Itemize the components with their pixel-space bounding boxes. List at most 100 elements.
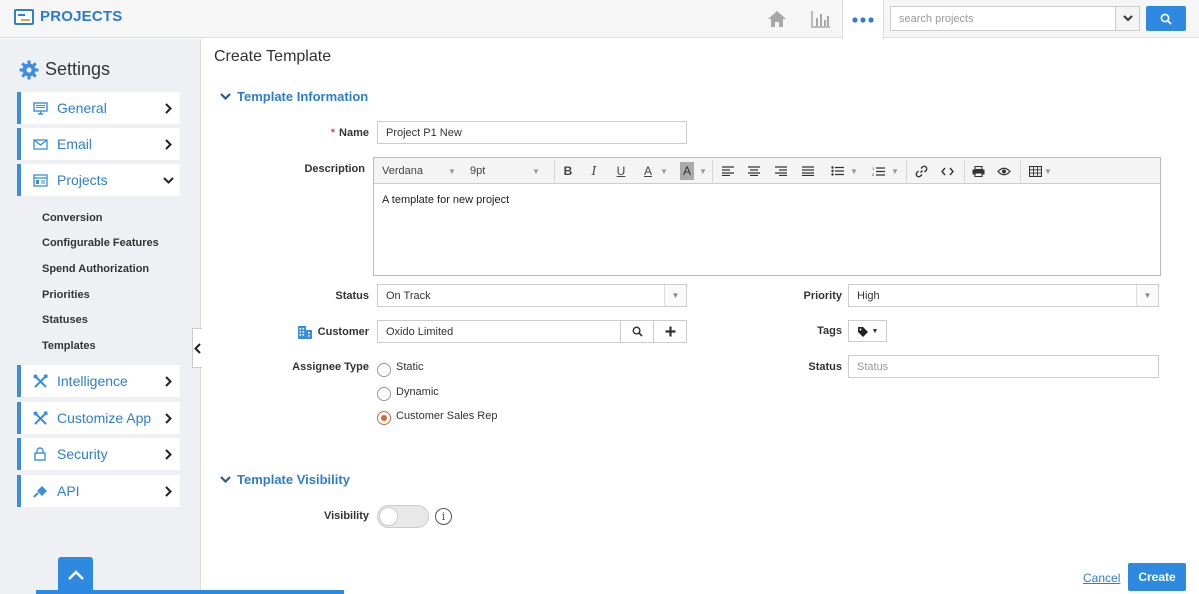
assignee-radio-static[interactable] [377, 363, 391, 377]
tools-icon [31, 411, 49, 426]
assignee-option-label: Dynamic [396, 386, 439, 398]
font-size-select[interactable]: 9pt ▼ [470, 162, 546, 180]
print-icon[interactable] [970, 162, 986, 180]
projects-logo-icon [14, 8, 34, 25]
dropdown-arrow-icon: ▼ [871, 327, 879, 335]
sidebar-item-api[interactable]: API [17, 475, 180, 507]
customer-add-button[interactable] [653, 320, 687, 343]
name-label: * Name [330, 127, 369, 139]
chevron-down-icon [158, 176, 178, 184]
section-title: Template Visibility [237, 472, 350, 487]
tags-label: Tags [817, 325, 842, 337]
sidebar-item-customize-app[interactable]: Customize App [17, 402, 180, 434]
search-button[interactable] [1146, 6, 1186, 31]
sidebar-subitem-templates[interactable]: Templates [42, 340, 96, 352]
status-label: Status [808, 361, 842, 373]
numbered-list-icon[interactable]: 12 [870, 162, 886, 180]
bullet-list-icon[interactable] [829, 162, 845, 180]
preview-eye-icon[interactable] [996, 162, 1012, 180]
scroll-to-top-button[interactable] [58, 557, 93, 594]
sidebar-subitem-conversion[interactable]: Conversion [42, 212, 103, 224]
sidebar-item-label: Customize App [57, 410, 152, 426]
envelope-icon [31, 138, 49, 150]
assignee-radio-customer-sales-rep[interactable] [377, 411, 391, 425]
toolbar-divider [554, 160, 555, 182]
sidebar-subitem-statuses[interactable]: Statuses [42, 314, 88, 326]
settings-title: Settings [45, 59, 111, 79]
info-icon[interactable]: i [435, 508, 452, 525]
link-icon[interactable] [913, 162, 929, 180]
sidebar-item-label: API [57, 483, 80, 499]
app-title: PROJECTS [40, 8, 123, 25]
align-center-icon[interactable] [746, 162, 762, 180]
magnifier-icon [632, 326, 643, 337]
bar-chart-icon[interactable] [806, 0, 836, 38]
sidebar-subitem-priorities[interactable]: Priorities [42, 289, 90, 301]
search-input[interactable] [891, 7, 1115, 30]
home-icon[interactable] [762, 0, 792, 38]
projects-icon [31, 173, 49, 187]
visibility-toggle[interactable] [377, 505, 429, 528]
plus-icon [665, 326, 675, 337]
dropdown-arrow-icon: ▼ [1136, 285, 1158, 306]
section-template-information[interactable]: Template Information [220, 89, 368, 104]
monitor-icon [31, 101, 49, 115]
assignee-radio-dynamic[interactable] [377, 387, 391, 401]
chevron-down-icon [220, 93, 232, 100]
chevron-right-icon [158, 138, 178, 150]
dropdown-arrow-icon[interactable]: ▼ [699, 162, 707, 180]
app-logo[interactable]: PROJECTS [14, 8, 122, 25]
customer-search-button[interactable] [620, 320, 654, 343]
italic-icon[interactable]: I [586, 162, 602, 180]
font-color-icon[interactable]: A [640, 162, 656, 180]
align-right-icon[interactable] [773, 162, 789, 180]
sidebar-subitem-configurable-features[interactable]: Configurable Features [42, 237, 159, 249]
sidebar-item-intelligence[interactable]: Intelligence [17, 365, 180, 397]
sidebar-item-label: Security [57, 446, 108, 462]
toggle-knob [379, 507, 398, 526]
tags-dropdown-button[interactable]: ▼ [848, 320, 887, 342]
svg-text:1: 1 [872, 166, 875, 171]
dropdown-arrow-icon[interactable]: ▼ [850, 162, 858, 180]
priority-select[interactable]: High ▼ [848, 284, 1159, 307]
sidebar-item-label: Intelligence [57, 373, 128, 389]
sidebar-item-general[interactable]: General [17, 92, 180, 124]
status-select[interactable]: On Track ▼ [377, 284, 687, 307]
justify-icon[interactable] [800, 162, 816, 180]
status-input[interactable]: Status [848, 355, 1159, 378]
align-left-icon[interactable] [720, 162, 736, 180]
create-button[interactable]: Create [1128, 563, 1186, 591]
sidebar-item-projects[interactable]: Projects [17, 164, 180, 196]
assignee-option-label: Customer Sales Rep [396, 410, 498, 422]
font-family-select[interactable]: Verdana ▼ [382, 162, 460, 180]
magnifier-icon [1160, 13, 1172, 25]
required-marker: * [330, 127, 336, 139]
sidebar-collapse-toggle[interactable] [192, 328, 202, 368]
chevron-right-icon [158, 485, 178, 497]
bold-icon[interactable]: B [560, 162, 576, 180]
cancel-link[interactable]: Cancel [1083, 571, 1120, 585]
sidebar-item-label: Projects [57, 172, 108, 188]
settings-header: Settings [19, 59, 110, 80]
name-field[interactable]: Project P1 New [377, 121, 687, 144]
sidebar-subitem-spend-authorization[interactable]: Spend Authorization [42, 263, 149, 275]
sidebar-item-security[interactable]: Security [17, 438, 180, 470]
svg-text:2: 2 [872, 172, 875, 177]
highlight-color-icon[interactable]: A [680, 162, 694, 180]
sidebar-item-email[interactable]: Email [17, 128, 180, 160]
table-icon[interactable] [1027, 162, 1043, 180]
description-content[interactable]: A template for new project [382, 194, 509, 206]
section-template-visibility[interactable]: Template Visibility [220, 472, 350, 487]
chevron-right-icon [158, 448, 178, 460]
gear-icon [19, 60, 39, 79]
dropdown-arrow-icon[interactable]: ▼ [891, 162, 899, 180]
dropdown-arrow-icon[interactable]: ▼ [1044, 162, 1052, 180]
underline-icon[interactable]: U [613, 162, 629, 180]
more-dots-icon[interactable] [842, 0, 884, 39]
chevron-down-icon [220, 476, 232, 483]
customer-field[interactable]: Oxido Limited [377, 320, 621, 343]
search-dropdown-toggle[interactable] [1115, 7, 1139, 30]
assignee-option-label: Static [396, 361, 424, 373]
dropdown-arrow-icon[interactable]: ▼ [660, 162, 668, 180]
code-icon[interactable] [939, 162, 955, 180]
